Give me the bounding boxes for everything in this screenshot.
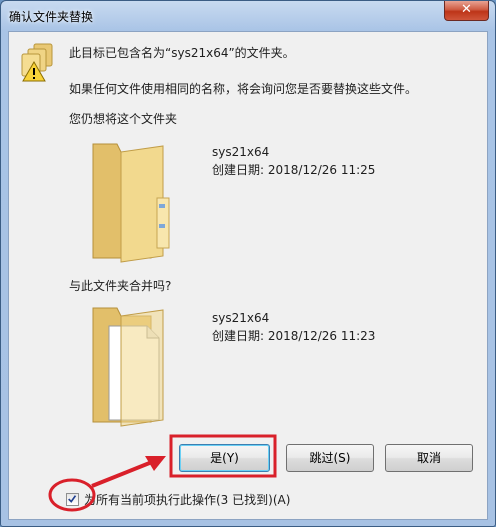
close-button[interactable]: ✕ [444,1,489,21]
skip-button[interactable]: 跳过(S) [286,444,374,472]
title-bar[interactable]: 确认文件夹替换 ✕ [1,1,495,31]
folder-with-document-icon [92,307,164,427]
message-line-4: 与此文件夹合并吗? [69,279,172,293]
close-icon: ✕ [461,2,472,17]
source-folder-date: 创建日期: 2018/12/26 11:25 [212,163,376,177]
apply-all-label: 为所有当前项执行此操作(3 已找到)(A) [84,493,291,507]
source-folder-name: sys21x64 [212,145,270,159]
cancel-button[interactable]: 取消 [385,444,473,472]
message-line-1: 此目标已包含名为“sys21x64”的文件夹。 [69,46,295,60]
target-folder-name: sys21x64 [212,311,270,325]
apply-all-checkbox[interactable] [66,493,79,506]
dialog-body: 此目标已包含名为“sys21x64”的文件夹。 如果任何文件使用相同的名称，将会… [8,31,488,520]
yes-button[interactable]: 是(Y) [179,444,270,472]
folder-icon [92,143,170,263]
warning-folders-icon [21,43,53,82]
target-folder-date: 创建日期: 2018/12/26 11:23 [212,329,376,343]
dialog-window: 确认文件夹替换 ✕ 此目标已包含名为“sys21x64”的文件夹。 如果任何文件… [0,0,496,527]
window-title: 确认文件夹替换 [9,10,94,24]
checkmark-icon [68,495,77,503]
message-line-2: 如果任何文件使用相同的名称，将会询问您是否要替换这些文件。 [69,82,418,96]
message-line-3: 您仍想将这个文件夹 [69,112,178,126]
